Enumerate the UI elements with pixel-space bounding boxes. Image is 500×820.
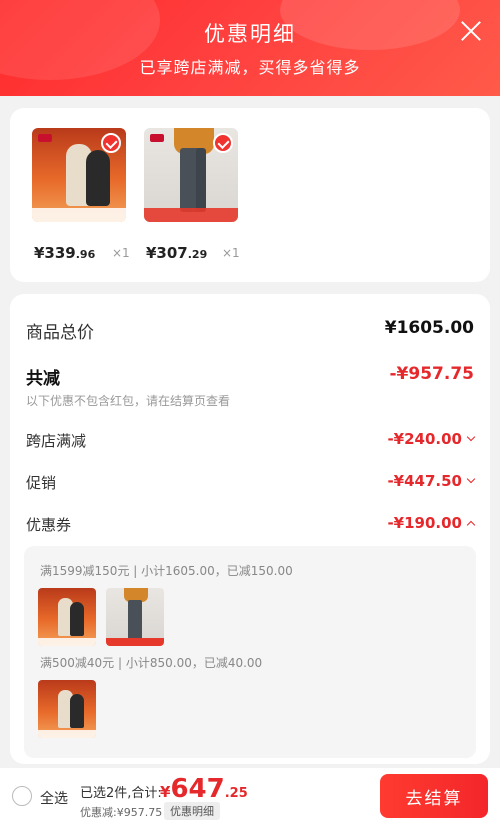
- checkout-button[interactable]: 去结算: [380, 774, 488, 818]
- total-decimal: .25: [224, 786, 248, 801]
- product-price: ¥307.29: [146, 244, 207, 262]
- thumbnail-band: [32, 208, 126, 222]
- discount-item-label: 促销: [26, 474, 57, 492]
- thumbnail-band: [144, 208, 238, 222]
- total-amount: ¥647.25: [160, 774, 248, 804]
- total-price-value: ¥1605.00: [384, 318, 474, 338]
- thumbnail-figure: [70, 694, 84, 728]
- discount-header: 优惠明细 已享跨店满减，买得多省得多: [0, 0, 500, 96]
- currency-symbol: ¥: [160, 783, 171, 801]
- thumbnail-band: [38, 638, 96, 646]
- total-discount-value: -¥957.75: [389, 364, 475, 384]
- product-quantity: ×1: [112, 246, 130, 260]
- product-item[interactable]: [144, 128, 238, 222]
- coupon-product-thumbnail[interactable]: [106, 588, 164, 646]
- product-thumbnail[interactable]: [144, 128, 238, 222]
- select-all-radio[interactable]: [12, 786, 32, 806]
- product-price: ¥339.96: [34, 244, 95, 262]
- price-decimal: .29: [187, 248, 208, 261]
- thumbnail-band: [38, 730, 96, 738]
- coupon-product-thumbnail[interactable]: [38, 680, 96, 738]
- thumbnail-figure: [86, 150, 110, 206]
- close-icon[interactable]: [460, 20, 482, 42]
- price-integer: ¥307: [146, 244, 188, 262]
- thumbnail-band: [106, 638, 164, 646]
- selected-products-card: ¥339.96 ×1 ¥307.29 ×1: [10, 108, 490, 282]
- discount-item-value: -¥190.00: [387, 514, 476, 532]
- coupon-detail-panel: 满1599减150元 | 小计1605.00，已减150.00 满500减40元…: [24, 546, 476, 758]
- select-all-label[interactable]: 全选: [40, 788, 68, 808]
- selected-check-icon[interactable]: [101, 133, 121, 153]
- chevron-up-icon[interactable]: [466, 520, 476, 530]
- discount-detail-card: 商品总价 ¥1605.00 共减 -¥957.75 以下优惠不包含红包，请在结算…: [10, 294, 490, 764]
- thumbnail-figure: [196, 148, 206, 212]
- selected-check-icon[interactable]: [213, 133, 233, 153]
- discount-item-value: -¥447.50: [387, 472, 476, 490]
- product-item[interactable]: [32, 128, 126, 222]
- discount-detail-button[interactable]: 优惠明细: [164, 802, 220, 820]
- total-price-label: 商品总价: [26, 323, 94, 343]
- thumbnail-figure: [128, 600, 142, 640]
- total-discount-label: 共减: [26, 369, 60, 389]
- price-integer: ¥339: [34, 244, 76, 262]
- discount-amount: -¥240.00: [387, 430, 462, 448]
- checkout-bar: 全选 已选2件,合计: ¥647.25 优惠减:¥957.75 优惠明细 去结算: [0, 768, 500, 820]
- brand-logo: [38, 134, 52, 142]
- page-subtitle: 已享跨店满减，买得多省得多: [139, 58, 361, 77]
- discount-item-label: 优惠券: [26, 516, 72, 534]
- coupon-rule: 满1599减150元 | 小计1605.00，已减150.00: [40, 564, 293, 578]
- coupon-product-thumbnail[interactable]: [38, 588, 96, 646]
- discount-amount: -¥447.50: [387, 472, 462, 490]
- discount-note: 以下优惠不包含红包，请在结算页查看: [26, 394, 231, 408]
- discount-item-value: -¥240.00: [387, 430, 476, 448]
- chevron-down-icon[interactable]: [466, 474, 476, 484]
- discount-item-label: 跨店满减: [26, 432, 87, 450]
- coupon-rule: 满500减40元 | 小计850.00，已减40.00: [40, 656, 263, 670]
- product-thumbnail[interactable]: [32, 128, 126, 222]
- total-integer: 647: [170, 774, 225, 804]
- discount-amount: -¥190.00: [387, 514, 462, 532]
- saved-amount: 优惠减:¥957.75: [80, 806, 163, 819]
- brand-logo: [150, 134, 164, 142]
- thumbnail-figure: [70, 602, 84, 636]
- selected-summary: 已选2件,合计:: [80, 786, 162, 801]
- chevron-down-icon[interactable]: [466, 432, 476, 442]
- product-quantity: ×1: [222, 246, 240, 260]
- page-title: 优惠明细: [204, 22, 296, 46]
- price-decimal: .96: [75, 248, 96, 261]
